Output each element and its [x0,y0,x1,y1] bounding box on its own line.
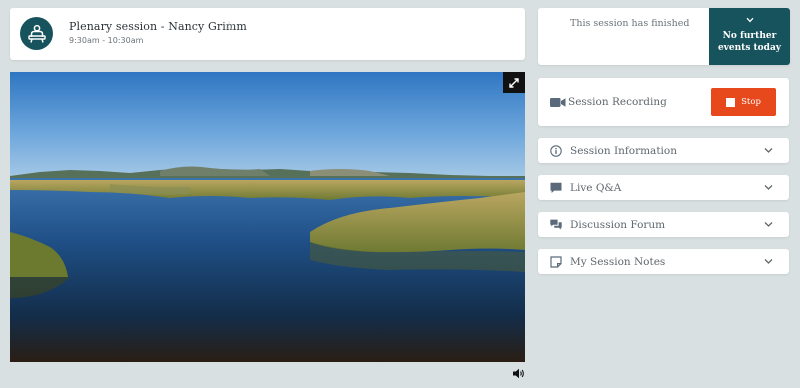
fullscreen-button[interactable] [503,72,525,93]
accordion-label: My Session Notes [570,256,666,268]
chevron-down-icon [764,148,773,153]
accordion-session-information[interactable]: Session Information [538,138,789,163]
accordion-label: Discussion Forum [570,219,666,231]
session-header-card: Plenary session - Nancy Grimm ☆ 9:30am -… [10,8,525,60]
speech-bubble-icon [550,182,562,193]
video-player[interactable] [10,72,525,362]
session-recording-label: Session Recording [568,96,667,108]
info-circle-icon [550,145,562,157]
session-status-card: This session has finished No further eve… [538,8,790,65]
video-frame-landscape [10,72,525,362]
next-events-panel[interactable]: No further events today [709,8,790,65]
session-status-message: This session has finished [570,18,690,29]
chevron-down-icon [764,185,773,190]
stop-recording-button[interactable]: Stop [711,88,776,116]
chevron-down-icon [764,259,773,264]
next-events-line2: events today [717,43,782,53]
note-icon [550,256,562,268]
stop-square-icon [726,97,736,107]
expand-arrows-icon [509,77,519,88]
accordion-live-qa[interactable]: Live Q&A [538,175,789,200]
chat-bubbles-icon [550,219,562,230]
accordion-label: Live Q&A [570,182,622,194]
accordion-my-session-notes[interactable]: My Session Notes [538,249,789,274]
volume-icon[interactable] [513,368,525,379]
next-events-label: No further events today [709,30,790,54]
video-camera-icon [550,98,566,107]
stop-button-label: Stop [741,97,761,107]
chevron-down-icon [709,17,790,26]
favorite-star-icon[interactable]: ☆ [223,20,235,33]
session-recording-card: Session Recording Stop [538,78,789,126]
presenter-avatar-icon [20,17,53,50]
accordion-discussion-forum[interactable]: Discussion Forum [538,212,789,237]
session-time: 9:30am - 10:30am [69,36,144,45]
accordion-label: Session Information [570,145,677,157]
session-title: Plenary session - Nancy Grimm [69,20,247,33]
chevron-down-icon [764,222,773,227]
next-events-line1: No further [722,31,777,41]
